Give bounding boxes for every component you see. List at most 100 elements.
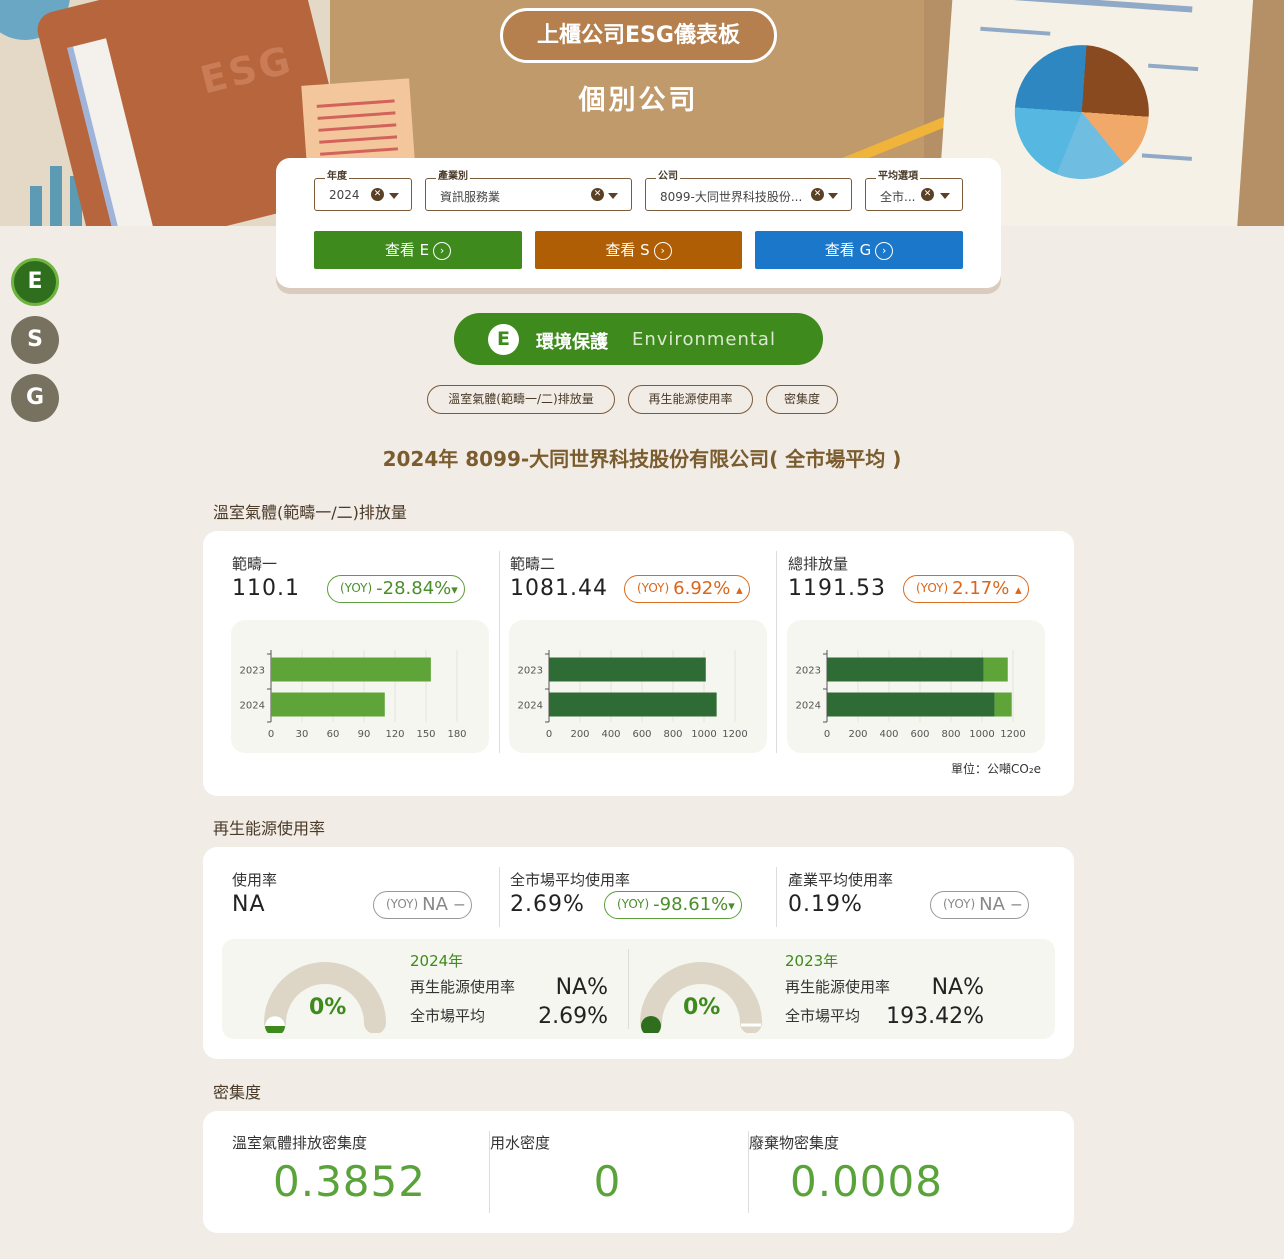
x-tick-label: 120	[385, 729, 404, 740]
chip-renewable[interactable]: 再生能源使用率	[628, 385, 753, 414]
scope1-bar-chart: 0 30 60 90 120 150 180 2023 2024	[231, 620, 489, 753]
view-g-button[interactable]: 查看 G ›	[755, 231, 963, 269]
x-tick-label: 200	[570, 729, 589, 740]
side-nav-g[interactable]: G	[11, 374, 59, 422]
scope2-bar-chart: 0 200 400 600 800 1000 1200 2023 2024	[509, 620, 767, 753]
gauge-2023-percent: 0%	[683, 995, 721, 1020]
x-tick-label: 1200	[722, 729, 747, 740]
view-s-button[interactable]: 查看 S ›	[535, 231, 742, 269]
chevron-down-icon[interactable]	[940, 193, 950, 199]
divider	[499, 867, 500, 927]
water-density-value: 0	[593, 1157, 622, 1206]
filter-panel: 年度 2024 ✕ 產業別 資訊服務業 ✕ 公司 8099-大同世界科技股份..…	[276, 158, 1001, 288]
x-tick-label: 200	[848, 729, 867, 740]
total-bar-chart: 0 200 400 600 800 1000 1200 2023 2024	[787, 620, 1045, 753]
clear-icon[interactable]: ✕	[371, 188, 384, 201]
gauge-2024-year: 2024年	[410, 952, 464, 970]
market-avg-yoy-badge: (YOY) -98.61%▾	[604, 891, 742, 919]
x-tick-label: 0	[546, 729, 552, 740]
x-tick-label: 800	[941, 729, 960, 740]
ghg-section-title: 溫室氣體(範疇一/二)排放量	[213, 503, 407, 522]
y-tick-label: 2024	[240, 701, 265, 712]
divider	[776, 867, 777, 927]
average-select[interactable]: 平均選項 全市... ✕	[865, 171, 963, 211]
total-label: 總排放量	[788, 555, 849, 573]
water-density-label: 用水密度	[490, 1134, 551, 1152]
gauge-2023-rate-value: NA%	[931, 975, 984, 1000]
clear-icon[interactable]: ✕	[591, 188, 604, 201]
clear-icon[interactable]: ✕	[811, 188, 824, 201]
report-title: 2024年 8099-大同世界科技股份有限公司( 全市場平均 )	[382, 447, 902, 471]
bar-2023-series-0	[827, 657, 984, 682]
unit-label: 單位：公噸CO₂e	[951, 762, 1042, 776]
y-tick-label: 2023	[240, 666, 265, 677]
bar-2024-series-1	[994, 692, 1012, 717]
chip-ghg[interactable]: 溫室氣體(範疇一/二)排放量	[427, 385, 615, 414]
side-nav-e[interactable]: E	[11, 258, 59, 306]
scope1-value: 110.1	[232, 576, 300, 601]
bar-2023-series-1	[983, 657, 1008, 682]
waste-density-value: 0.0008	[790, 1157, 943, 1206]
chevron-right-icon: ›	[433, 241, 452, 260]
view-e-button[interactable]: 查看 E ›	[314, 231, 522, 269]
e-badge-icon: E	[488, 324, 519, 355]
chevron-down-icon[interactable]	[828, 193, 838, 199]
chip-density[interactable]: 密集度	[766, 385, 838, 414]
chevron-down-icon[interactable]	[608, 193, 618, 199]
divider	[628, 949, 629, 1029]
bar-2024-series-0	[827, 692, 995, 717]
scope2-yoy-badge: (YOY) 6.92% ▴	[624, 575, 750, 603]
dash-icon: ‒	[453, 894, 466, 915]
x-tick-label: 1000	[691, 729, 716, 740]
scope1-yoy-badge: (YOY) -28.84%▾	[327, 575, 465, 603]
market-avg-value: 2.69%	[510, 892, 585, 917]
year-select-value: 2024	[329, 188, 360, 202]
gauge-2024-rate-label: 再生能源使用率	[410, 978, 516, 996]
gauge-2024-avg-label: 全市場平均	[410, 1007, 486, 1025]
scope2-value: 1081.44	[510, 576, 608, 601]
market-avg-label: 全市場平均使用率	[510, 871, 631, 889]
waste-density-label: 廢棄物密集度	[749, 1134, 840, 1152]
x-tick-label: 800	[663, 729, 682, 740]
gauge-2023-avg-value: 193.42%	[886, 1004, 984, 1029]
density-card: 溫室氣體排放密集度 0.3852 用水密度 0 廢棄物密集度 0.0008	[203, 1111, 1074, 1233]
bar-2024-series-0	[549, 692, 717, 717]
x-tick-label: 1000	[969, 729, 994, 740]
side-nav-s[interactable]: S	[11, 316, 59, 364]
average-select-value: 全市...	[880, 190, 916, 204]
gauge-2023-rate-label: 再生能源使用率	[785, 978, 891, 996]
bar-2024-series-0	[271, 692, 385, 717]
x-tick-label: 1200	[1000, 729, 1025, 740]
x-tick-label: 60	[327, 729, 340, 740]
x-tick-label: 400	[879, 729, 898, 740]
scope1-label: 範疇一	[232, 555, 278, 573]
x-tick-label: 0	[824, 729, 830, 740]
x-tick-label: 30	[296, 729, 309, 740]
gauge-2024	[264, 962, 386, 1033]
clear-icon[interactable]: ✕	[921, 188, 934, 201]
industry-avg-value: 0.19%	[788, 892, 863, 917]
decor-pie-chart-icon	[1010, 40, 1154, 184]
industry-select[interactable]: 產業別 資訊服務業 ✕	[425, 171, 632, 211]
ghg-density-label: 溫室氣體排放密集度	[232, 1134, 368, 1152]
y-tick-label: 2024	[796, 701, 821, 712]
year-select[interactable]: 年度 2024 ✕	[314, 171, 412, 211]
chevron-right-icon: ›	[653, 241, 672, 260]
total-yoy-badge: (YOY) 2.17% ▴	[903, 575, 1029, 603]
gauge-2023-year: 2023年	[785, 952, 839, 970]
x-tick-label: 600	[632, 729, 651, 740]
renewable-card: 使用率 NA (YOY) NA ‒ 全市場平均使用率 2.69% (YOY) -98…	[203, 847, 1074, 1059]
company-select-value: 8099-大同世界科技股份...	[660, 190, 803, 204]
caret-down-icon: ▾	[728, 899, 735, 914]
usage-rate-yoy-badge: (YOY) NA ‒	[373, 891, 473, 919]
renewable-section-title: 再生能源使用率	[213, 819, 326, 838]
gauge-2023-avg-label: 全市場平均	[785, 1007, 861, 1025]
density-section-title: 密集度	[213, 1083, 262, 1102]
section-heading-environmental: E 環境保護 Environmental	[454, 313, 823, 365]
company-select[interactable]: 公司 8099-大同世界科技股份... ✕	[645, 171, 852, 211]
divider	[499, 551, 500, 753]
usage-rate-value: NA	[232, 892, 266, 917]
chevron-down-icon[interactable]	[389, 193, 399, 199]
x-tick-label: 90	[358, 729, 371, 740]
scope2-label: 範疇二	[510, 555, 556, 573]
